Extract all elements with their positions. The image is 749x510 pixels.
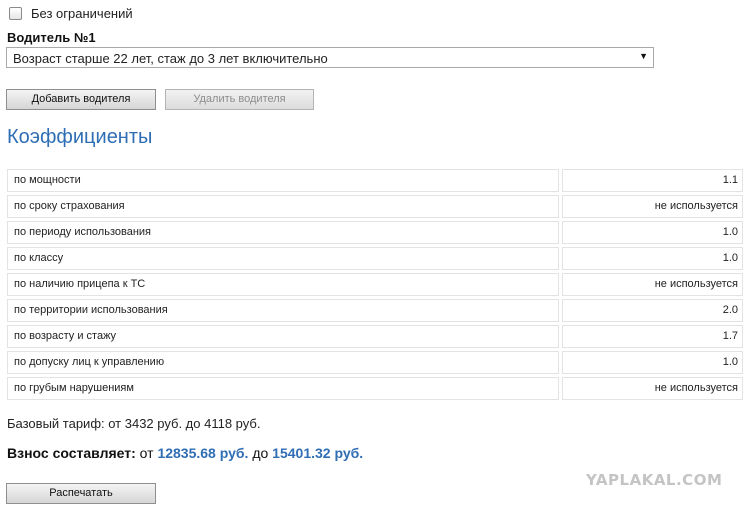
driver-age-select[interactable]: Возраст старше 22 лет, стаж до 3 лет вкл… [6,47,654,68]
coefficients-title: Коэффициенты [7,126,153,148]
premium-label: Взнос составляет: [7,445,136,461]
table-row: по допуску лиц к управлению 1.0 [7,351,743,374]
coefficient-label: по сроку страхования [7,195,559,218]
coefficient-value: 1.0 [562,351,743,374]
table-row: по периоду использования 1.0 [7,221,743,244]
premium-from-word: от [139,445,154,461]
no-limits-label: Без ограничений [31,6,133,21]
driver-age-select-value: Возраст старше 22 лет, стаж до 3 лет вкл… [13,51,328,66]
coefficient-label: по классу [7,247,559,270]
coefficient-value: не используется [562,377,743,400]
coefficient-label: по наличию прицепа к ТС [7,273,559,296]
table-row: по наличию прицепа к ТС не используется [7,273,743,296]
coefficient-value: 2.0 [562,299,743,322]
table-row: по возрасту и стажу 1.7 [7,325,743,348]
coefficient-label: по возрасту и стажу [7,325,559,348]
add-driver-button[interactable]: Добавить водителя [6,89,156,110]
driver-title: Водитель №1 [7,30,96,45]
coefficient-label: по грубым нарушениям [7,377,559,400]
site-watermark: YAPLAKAL.COM [586,471,723,489]
coefficient-value: 1.7 [562,325,743,348]
table-row: по территории использования 2.0 [7,299,743,322]
print-button[interactable]: Распечатать [6,483,156,504]
premium-max-amount: 15401.32 руб. [272,445,364,461]
remove-driver-button[interactable]: Удалить водителя [165,89,314,110]
coefficient-label: по допуску лиц к управлению [7,351,559,374]
no-limits-option[interactable]: Без ограничений [9,6,133,21]
table-row: по грубым нарушениям не используется [7,377,743,400]
premium-to-word: до [252,445,269,461]
coefficient-label: по территории использования [7,299,559,322]
premium-summary: Взнос составляет: от 12835.68 руб. до 15… [7,445,363,461]
coefficient-label: по периоду использования [7,221,559,244]
base-tariff-text: Базовый тариф: от 3432 руб. до 4118 руб. [7,416,261,431]
dropdown-arrow-icon: ▼ [639,51,648,61]
coefficients-table: по мощности 1.1 по сроку страхования не … [7,169,743,403]
coefficient-label: по мощности [7,169,559,192]
premium-min-amount: 12835.68 руб. [157,445,249,461]
coefficient-value: не используется [562,273,743,296]
table-row: по мощности 1.1 [7,169,743,192]
coefficient-value: 1.1 [562,169,743,192]
table-row: по сроку страхования не используется [7,195,743,218]
table-row: по классу 1.0 [7,247,743,270]
coefficient-value: 1.0 [562,247,743,270]
no-limits-checkbox[interactable] [9,7,22,20]
coefficient-value: не используется [562,195,743,218]
coefficient-value: 1.0 [562,221,743,244]
